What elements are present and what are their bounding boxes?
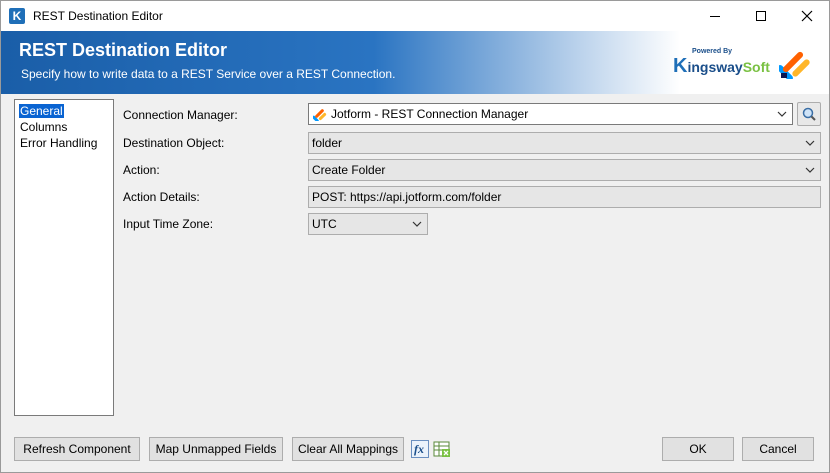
maximize-icon <box>756 11 766 21</box>
fx-expression-button[interactable]: fx <box>411 440 429 458</box>
header-subtitle: Specify how to write data to a REST Serv… <box>21 67 396 81</box>
refresh-component-button[interactable]: Refresh Component <box>14 437 140 461</box>
close-icon <box>801 10 813 22</box>
action-label: Action: <box>123 163 160 177</box>
magnifier-icon <box>802 107 816 121</box>
maximize-button[interactable] <box>738 1 784 31</box>
destination-object-select[interactable]: folder <box>308 132 821 154</box>
minimize-icon <box>710 15 720 17</box>
title-bar: K REST Destination Editor <box>0 0 830 31</box>
spreadsheet-icon <box>433 441 450 457</box>
window-title: REST Destination Editor <box>33 9 163 23</box>
input-time-zone-select[interactable]: UTC <box>308 213 428 235</box>
nav-item-columns[interactable]: Columns <box>19 120 68 134</box>
brand-name: KingswaySoft <box>673 55 770 77</box>
chevron-down-icon <box>805 167 815 173</box>
header-title: REST Destination Editor <box>19 40 228 60</box>
minimize-button[interactable] <box>692 1 738 31</box>
nav-list: General Columns Error Handling <box>14 99 114 416</box>
lookup-button[interactable] <box>797 102 821 126</box>
input-time-zone-label: Input Time Zone: <box>123 217 214 231</box>
jotform-logo-icon <box>779 51 810 79</box>
connection-manager-value: Jotform - REST Connection Manager <box>331 107 529 121</box>
connection-manager-select[interactable]: Jotform - REST Connection Manager <box>308 103 793 125</box>
close-button[interactable] <box>784 1 830 31</box>
fx-icon: fx <box>414 442 424 456</box>
nav-item-general[interactable]: General <box>19 104 64 118</box>
nav-item-error-handling[interactable]: Error Handling <box>19 136 98 150</box>
destination-object-label: Destination Object: <box>123 136 225 150</box>
clear-all-mappings-button[interactable]: Clear All Mappings <box>292 437 404 461</box>
action-value: Create Folder <box>312 163 386 177</box>
action-select[interactable]: Create Folder <box>308 159 821 181</box>
chevron-down-icon <box>412 221 422 227</box>
ok-button[interactable]: OK <box>662 437 734 461</box>
chevron-down-icon <box>805 140 815 146</box>
action-details-label: Action Details: <box>123 190 200 204</box>
action-details-value: POST: https://api.jotform.com/folder <box>312 190 502 204</box>
header-banner: REST Destination Editor Specify how to w… <box>0 31 830 94</box>
app-icon: K <box>9 8 25 24</box>
jotform-icon <box>313 109 327 121</box>
powered-by-text: Powered By <box>692 48 733 55</box>
chevron-down-icon <box>777 111 787 117</box>
kingswaysoft-logo: Powered By KingswaySoft <box>673 48 770 77</box>
connection-manager-label: Connection Manager: <box>123 108 238 122</box>
destination-object-value: folder <box>312 136 343 150</box>
action-details-field: POST: https://api.jotform.com/folder <box>308 186 821 208</box>
spreadsheet-button[interactable] <box>433 440 451 458</box>
input-time-zone-value: UTC <box>312 217 337 231</box>
map-unmapped-fields-button[interactable]: Map Unmapped Fields <box>149 437 283 461</box>
cancel-button[interactable]: Cancel <box>742 437 814 461</box>
